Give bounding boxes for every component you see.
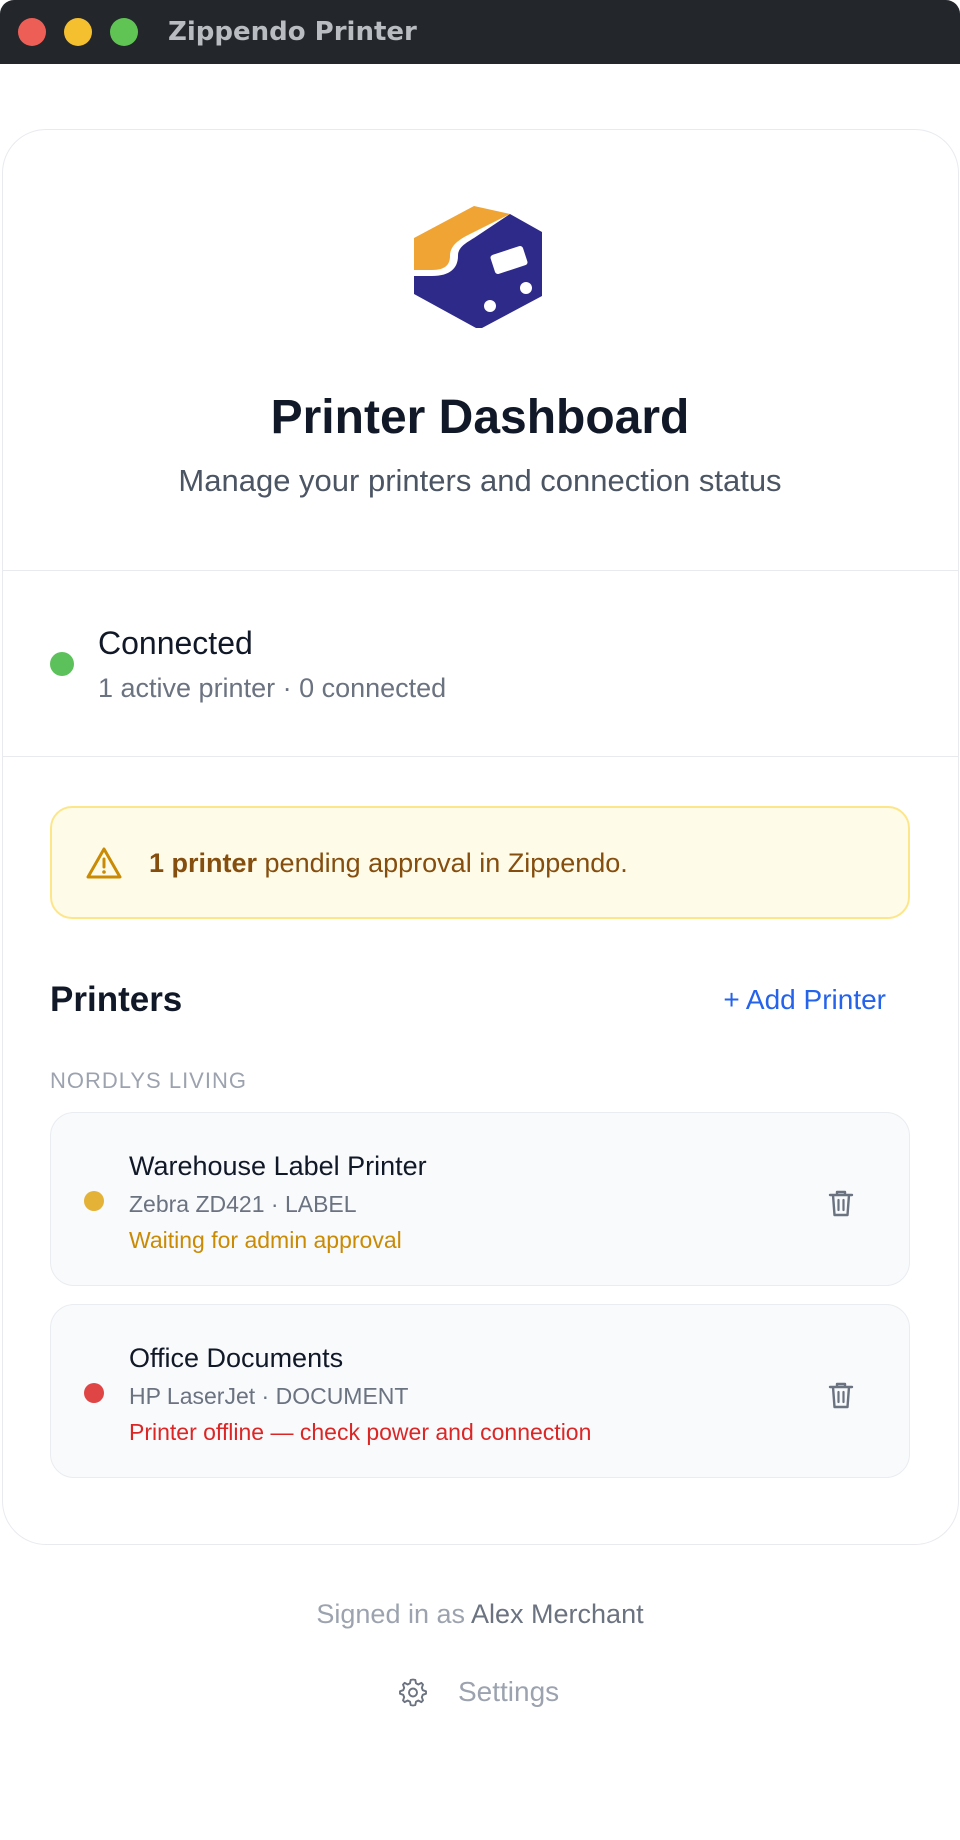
settings-button[interactable]: Settings [398,1672,559,1712]
printer-name: Warehouse Label Printer [129,1151,427,1181]
close-window-button[interactable] [18,18,46,46]
gear-icon [399,1678,427,1707]
user-name: Alex Merchant [471,1599,644,1629]
printer-group-label: NORDLYS LIVING [50,1068,247,1093]
printer-status: Waiting for admin approval [129,1227,402,1253]
pending-approval-alert: 1 printer pending approval in Zippendo. [50,806,910,919]
add-printer-button[interactable]: + Add Printer [723,984,886,1016]
printer-status-dot [84,1191,104,1211]
divider [2,570,959,571]
printer-model: HP LaserJet · DOCUMENT [129,1383,409,1409]
maximize-window-button[interactable] [110,18,138,46]
page-subtitle: Manage your printers and connection stat… [178,463,782,498]
printer-model: Zebra ZD421 · LABEL [129,1191,357,1217]
divider [2,756,959,757]
minimize-window-button[interactable] [64,18,92,46]
printer-cube-logo-icon [414,206,542,328]
connection-status-dot [50,652,74,676]
printer-name: Office Documents [129,1343,344,1373]
window-titlebar: Zippendo Printer [0,0,960,64]
printer-card-warehouse[interactable]: Warehouse Label Printer Zebra ZD421 · LA… [50,1112,910,1286]
signed-in-text: Signed in as Alex Merchant [0,1599,960,1630]
trash-icon[interactable] [827,1380,855,1410]
signed-in-prefix: Signed in as [316,1599,472,1629]
printer-status-dot [84,1383,104,1403]
alert-text: pending approval in Zippendo. [257,848,628,878]
printer-status: Printer offline — check power and connec… [129,1419,592,1445]
trash-icon[interactable] [827,1188,855,1218]
window-title: Zippendo Printer [168,17,417,47]
page-title: Printer Dashboard [270,391,690,444]
alert-message: 1 printer pending approval in Zippendo. [149,848,628,879]
printer-card-office[interactable]: Office Documents HP LaserJet · DOCUMENT … [50,1304,910,1478]
connection-details: 1 active printer · 0 connected [98,673,447,703]
printers-section-title: Printers [50,980,183,1019]
settings-label: Settings [458,1676,560,1707]
warning-triangle-icon [86,847,122,879]
alert-count: 1 printer [149,848,258,878]
connection-status-label: Connected [98,625,253,661]
